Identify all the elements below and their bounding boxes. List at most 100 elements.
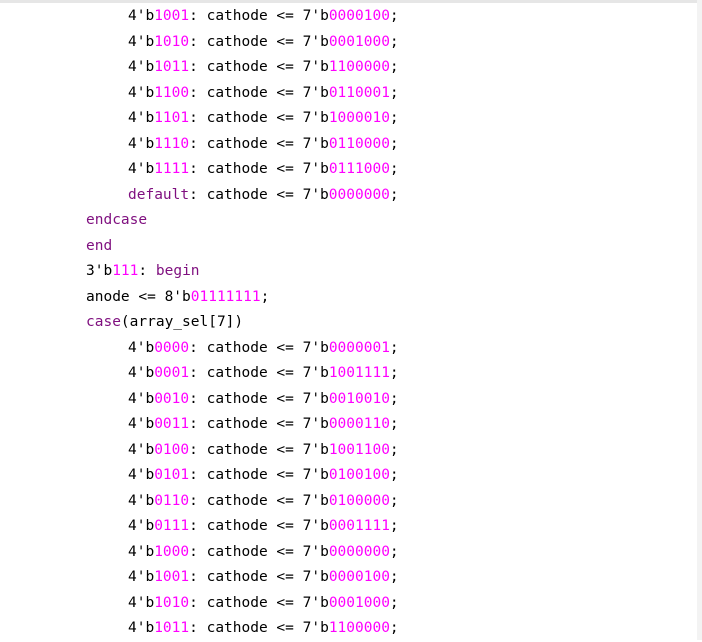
code-line[interactable]: 4'b1010: cathode <= 7'b0001000; (0, 591, 697, 617)
code-text: ; (389, 8, 399, 24)
code-text: 4'b (128, 390, 155, 407)
code-text: : cathode <= 7'b (189, 594, 329, 611)
code-number-literal: 1001111 (328, 365, 390, 381)
code-text: 3'b (86, 263, 113, 279)
code-line[interactable]: 4'b1010: cathode <= 7'b0001000; (0, 30, 697, 56)
code-line[interactable]: 4'b1100: cathode <= 7'b0110001; (0, 81, 697, 107)
code-number-literal: 01111111 (190, 288, 261, 305)
code-text: ; (389, 339, 399, 356)
code-number-literal: 1001 (154, 8, 190, 24)
code-number-literal: 1010 (154, 594, 190, 611)
code-line[interactable]: 4'b1111: cathode <= 7'b0111000; (0, 157, 697, 183)
code-number-literal: 0100100 (328, 467, 390, 483)
code-line[interactable]: 4'b1001: cathode <= 7'b0000100; (0, 565, 697, 591)
code-number-literal: 1101 (154, 110, 190, 126)
code-line[interactable]: 4'b1101: cathode <= 7'b1000010; (0, 106, 697, 132)
code-text: ; (389, 467, 399, 483)
code-line[interactable]: 4'b0100: cathode <= 7'b1001100; (0, 438, 697, 464)
code-text: (array_sel[7]) (120, 314, 244, 330)
code-text: 4'b (128, 8, 155, 24)
code-line[interactable]: 4'b1001: cathode <= 7'b0000100; (0, 4, 697, 30)
code-text: : cathode <= 7'b (189, 59, 329, 75)
code-number-literal: 1100 (154, 84, 190, 101)
code-line[interactable]: 4'b0101: cathode <= 7'b0100100; (0, 463, 697, 489)
code-keyword: default (128, 186, 190, 203)
code-text: : cathode <= 7'b (189, 492, 329, 509)
right-edge (697, 0, 702, 640)
code-text: ; (389, 161, 399, 177)
code-number-literal: 0001000 (328, 33, 390, 50)
code-text: : cathode <= 7'b (189, 33, 329, 50)
code-number-literal: 1000010 (328, 110, 390, 126)
code-number-literal: 0000100 (328, 569, 390, 585)
code-number-literal: 0110 (154, 492, 190, 509)
code-number-literal: 0000 (154, 339, 190, 356)
code-number-literal: 1011 (154, 620, 190, 636)
code-text: : cathode <= 7'b (189, 441, 329, 458)
code-text: : cathode <= 7'b (189, 135, 329, 152)
code-text: : cathode <= 7'b (189, 339, 329, 356)
code-line[interactable]: case(array_sel[7]) (0, 310, 697, 336)
code-number-literal: 0001 (154, 365, 190, 381)
code-number-literal: 0011 (154, 416, 190, 432)
code-line[interactable]: 4'b1011: cathode <= 7'b1100000; (0, 616, 697, 642)
code-number-literal: 0110000 (328, 135, 390, 152)
code-number-literal: 0000000 (328, 543, 390, 560)
code-text: ; (389, 569, 399, 585)
code-text: ; (389, 543, 399, 560)
code-line[interactable]: end (0, 234, 697, 260)
code-line[interactable]: endcase (0, 208, 697, 234)
code-line[interactable]: 4'b1000: cathode <= 7'b0000000; (0, 540, 697, 566)
code-line[interactable]: 4'b0011: cathode <= 7'b0000110; (0, 412, 697, 438)
code-text: 4'b (128, 569, 155, 585)
code-text: : cathode <= 7'b (189, 543, 329, 560)
code-text: 4'b (128, 135, 155, 152)
code-text: 4'b (128, 594, 155, 611)
code-number-literal: 0111 (154, 518, 190, 534)
code-text: 4'b (128, 518, 155, 534)
code-keyword: end (86, 237, 113, 254)
code-text: : cathode <= 7'b (189, 518, 329, 534)
code-line[interactable]: 4'b0001: cathode <= 7'b1001111; (0, 361, 697, 387)
code-text: 4'b (128, 543, 155, 560)
code-text: : cathode <= 7'b (189, 467, 329, 483)
code-text: : (138, 263, 156, 279)
code-line[interactable]: default: cathode <= 7'b0000000; (0, 183, 697, 209)
code-text: 4'b (128, 365, 155, 381)
code-line[interactable]: 4'b1011: cathode <= 7'b1100000; (0, 55, 697, 81)
code-text: ; (389, 59, 399, 75)
code-text: ; (389, 135, 399, 152)
code-text: ; (389, 110, 399, 126)
code-text: 4'b (128, 416, 155, 432)
code-line[interactable]: 3'b111: begin (0, 259, 697, 285)
code-line[interactable]: 4'b0110: cathode <= 7'b0100000; (0, 489, 697, 515)
code-text: 4'b (128, 161, 155, 177)
code-number-literal: 0110001 (328, 84, 390, 101)
code-line[interactable]: 4'b1110: cathode <= 7'b0110000; (0, 132, 697, 158)
code-line[interactable]: 4'b0000: cathode <= 7'b0000001; (0, 336, 697, 362)
code-text: 4'b (128, 339, 155, 356)
code-line[interactable]: 4'b0010: cathode <= 7'b0010010; (0, 387, 697, 413)
code-text: : cathode <= 7'b (189, 416, 329, 432)
code-text: ; (260, 288, 270, 305)
code-number-literal: 1110 (154, 135, 190, 152)
top-border (0, 0, 702, 3)
code-text: : cathode <= 7'b (189, 186, 329, 203)
code-number-literal: 0000000 (328, 186, 390, 203)
code-number-literal: 1000 (154, 543, 190, 560)
code-number-literal: 0101 (154, 467, 190, 483)
code-number-literal: 1011 (154, 59, 190, 75)
code-number-literal: 1100000 (328, 59, 390, 75)
code-text: 4'b (128, 620, 155, 636)
code-editor[interactable]: 4'b1001: cathode <= 7'b0000100; 4'b1010: … (0, 4, 697, 642)
code-number-literal: 0100000 (328, 492, 390, 509)
code-text: : cathode <= 7'b (189, 8, 329, 24)
code-line[interactable]: anode <= 8'b01111111; (0, 285, 697, 311)
code-text: : cathode <= 7'b (189, 390, 329, 407)
code-keyword: case (86, 314, 121, 330)
code-number-literal: 0100 (154, 441, 190, 458)
code-text: 4'b (128, 33, 155, 50)
code-line[interactable]: 4'b0111: cathode <= 7'b0001111; (0, 514, 697, 540)
code-text: : cathode <= 7'b (189, 620, 329, 636)
code-text: ; (389, 365, 399, 381)
